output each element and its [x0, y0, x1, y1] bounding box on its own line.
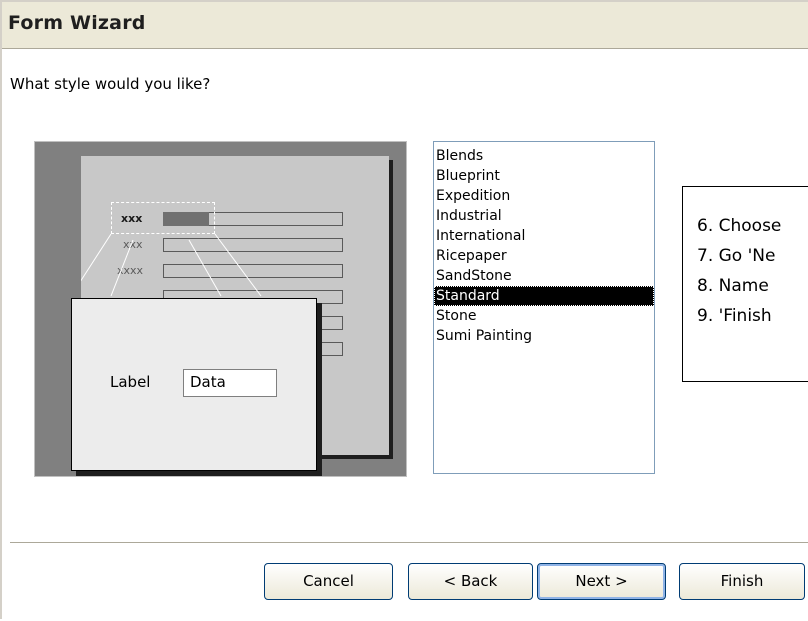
- button-separator: [10, 542, 808, 544]
- instruction-note: 6. Choose 7. Go 'Ne 8. Name 9. 'Finish: [682, 186, 808, 382]
- title-bar: Form Wizard: [2, 2, 808, 49]
- note-line: 9. 'Finish: [697, 306, 772, 326]
- note-line: 7. Go 'Ne: [697, 246, 776, 266]
- style-preview: xxx xxx xxxx Label Data: [34, 141, 407, 477]
- style-question: What style would you like?: [10, 75, 211, 93]
- style-item-international[interactable]: International: [434, 226, 654, 246]
- finish-button[interactable]: Finish: [679, 563, 805, 600]
- preview-zoom-popup: Label Data: [71, 298, 317, 471]
- style-item-expedition[interactable]: Expedition: [434, 186, 654, 206]
- wizard-body: What style would you like? xxx xxx xxxx: [2, 49, 808, 621]
- style-item-ricepaper[interactable]: Ricepaper: [434, 246, 654, 266]
- preview-label: Label: [110, 373, 151, 391]
- style-item-stone[interactable]: Stone: [434, 306, 654, 326]
- note-line: 6. Choose: [697, 216, 782, 236]
- preview-data-field: Data: [183, 369, 277, 397]
- style-item-sumi-painting[interactable]: Sumi Painting: [434, 326, 654, 346]
- back-button[interactable]: < Back: [408, 563, 533, 600]
- form-wizard-window: Form Wizard What style would you like? x…: [0, 0, 808, 621]
- style-item-sandstone[interactable]: SandStone: [434, 266, 654, 286]
- preview-form: xxx xxx xxxx Label Data: [71, 156, 389, 471]
- style-item-blends[interactable]: Blends: [434, 146, 654, 166]
- note-line: 8. Name: [697, 276, 769, 296]
- style-item-standard[interactable]: Standard: [434, 286, 654, 306]
- style-listbox[interactable]: Blends Blueprint Expedition Industrial I…: [433, 141, 655, 474]
- next-button[interactable]: Next >: [537, 563, 666, 600]
- style-item-blueprint[interactable]: Blueprint: [434, 166, 654, 186]
- style-item-industrial[interactable]: Industrial: [434, 206, 654, 226]
- cancel-button[interactable]: Cancel: [264, 563, 393, 600]
- window-title: Form Wizard: [8, 12, 146, 34]
